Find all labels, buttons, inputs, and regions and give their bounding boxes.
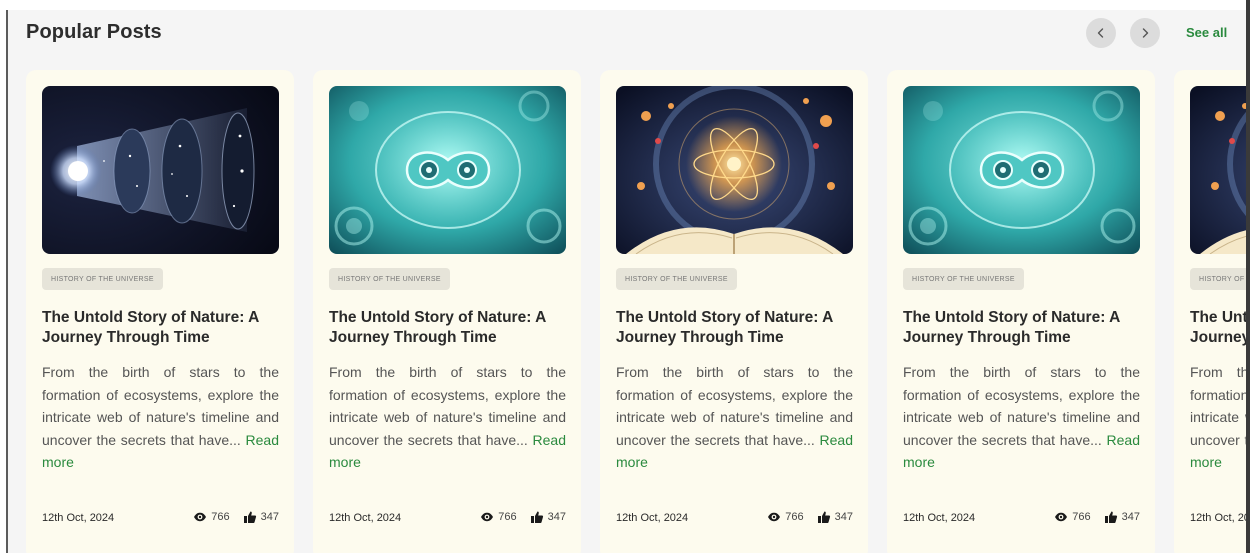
- post-thumbnail[interactable]: [616, 86, 853, 254]
- post-title[interactable]: The Untold Story of Nature: A Journey Th…: [42, 308, 282, 348]
- post-title[interactable]: The Untold Story of Nature: A Journey Th…: [329, 308, 569, 348]
- category-tag[interactable]: HISTORY OF THE UNIVERSE: [903, 268, 1024, 290]
- views-count: 766: [498, 511, 517, 523]
- post-title[interactable]: The Untold Story of Nature: A Journey Th…: [1190, 308, 1246, 348]
- next-button[interactable]: [1130, 18, 1160, 48]
- post-stats: 766 347: [480, 510, 566, 524]
- post-image: [42, 86, 279, 254]
- likes-count: 347: [260, 511, 279, 523]
- post-excerpt: From the birth of stars to the formation…: [903, 361, 1140, 474]
- post-stats: 766 347: [1054, 510, 1140, 524]
- category-tag[interactable]: HISTORY OF THE UNIVERSE: [1190, 268, 1246, 290]
- scrollbar[interactable]: [1246, 0, 1250, 553]
- eye-icon: [768, 512, 781, 522]
- thumbs-up-icon[interactable]: [817, 510, 831, 524]
- section-title: Popular Posts: [26, 21, 162, 43]
- excerpt-text: From the birth of stars to the formation…: [903, 364, 1140, 448]
- post-card-2[interactable]: HISTORY OF THE UNIVERSE The Untold Story…: [313, 70, 581, 553]
- eye-icon: [194, 512, 207, 522]
- post-excerpt: From the birth of stars to the formation…: [329, 361, 566, 474]
- likes-count: 347: [547, 511, 566, 523]
- post-thumbnail[interactable]: [42, 86, 279, 254]
- post-date: 12th Oct, 2024: [1190, 512, 1246, 524]
- post-title[interactable]: The Untold Story of Nature: A Journey Th…: [903, 308, 1143, 348]
- post-card-5[interactable]: HISTORY OF THE UNIVERSE The Untold Story…: [1174, 70, 1246, 553]
- post-excerpt: From the birth of stars to the formation…: [616, 361, 853, 474]
- excerpt-text: From the birth of stars to the formation…: [616, 364, 853, 448]
- excerpt-text: From the birth of stars to the formation…: [42, 364, 279, 448]
- post-card-3[interactable]: HISTORY OF THE UNIVERSE The Untold Story…: [600, 70, 868, 553]
- post-excerpt: From the birth of stars to the formation…: [1190, 361, 1246, 474]
- post-excerpt: From the birth of stars to the formation…: [42, 361, 279, 474]
- post-thumbnail[interactable]: [903, 86, 1140, 254]
- see-all-link[interactable]: See all: [1186, 25, 1227, 40]
- post-image: [329, 86, 566, 254]
- category-tag[interactable]: HISTORY OF THE UNIVERSE: [616, 268, 737, 290]
- views-count: 766: [785, 511, 804, 523]
- excerpt-text: From the birth of stars to the formation…: [1190, 364, 1246, 448]
- likes-count: 347: [834, 511, 853, 523]
- thumbs-up-icon[interactable]: [1104, 510, 1118, 524]
- post-card-1[interactable]: HISTORY OF THE UNIVERSE The Untold Story…: [26, 70, 294, 553]
- eye-icon: [481, 512, 494, 522]
- post-date: 12th Oct, 2024: [42, 512, 115, 524]
- thumbs-up-icon[interactable]: [530, 510, 544, 524]
- thumbs-up-icon[interactable]: [243, 510, 257, 524]
- category-tag[interactable]: HISTORY OF THE UNIVERSE: [329, 268, 450, 290]
- post-stats: 766 347: [193, 510, 279, 524]
- post-image: [616, 86, 853, 254]
- views-count: 766: [211, 511, 230, 523]
- post-thumbnail[interactable]: [329, 86, 566, 254]
- chevron-right-icon: [1142, 28, 1149, 38]
- post-title[interactable]: The Untold Story of Nature: A Journey Th…: [616, 308, 856, 348]
- popular-posts-section: Popular Posts See all HISTORY OF THE UNI…: [8, 10, 1246, 553]
- post-stats: 766 347: [767, 510, 853, 524]
- chevron-left-icon: [1097, 28, 1104, 38]
- excerpt-text: From the birth of stars to the formation…: [329, 364, 566, 448]
- category-tag[interactable]: HISTORY OF THE UNIVERSE: [42, 268, 163, 290]
- prev-button[interactable]: [1086, 18, 1116, 48]
- views-count: 766: [1072, 511, 1091, 523]
- likes-count: 347: [1121, 511, 1140, 523]
- post-card-4[interactable]: HISTORY OF THE UNIVERSE The Untold Story…: [887, 70, 1155, 553]
- eye-icon: [1055, 512, 1068, 522]
- post-date: 12th Oct, 2024: [329, 512, 402, 524]
- post-image: [1190, 86, 1246, 254]
- page: Popular Posts See all HISTORY OF THE UNI…: [0, 0, 1250, 553]
- post-date: 12th Oct, 2024: [903, 512, 976, 524]
- post-date: 12th Oct, 2024: [616, 512, 689, 524]
- post-image: [903, 86, 1140, 254]
- post-thumbnail[interactable]: [1190, 86, 1246, 254]
